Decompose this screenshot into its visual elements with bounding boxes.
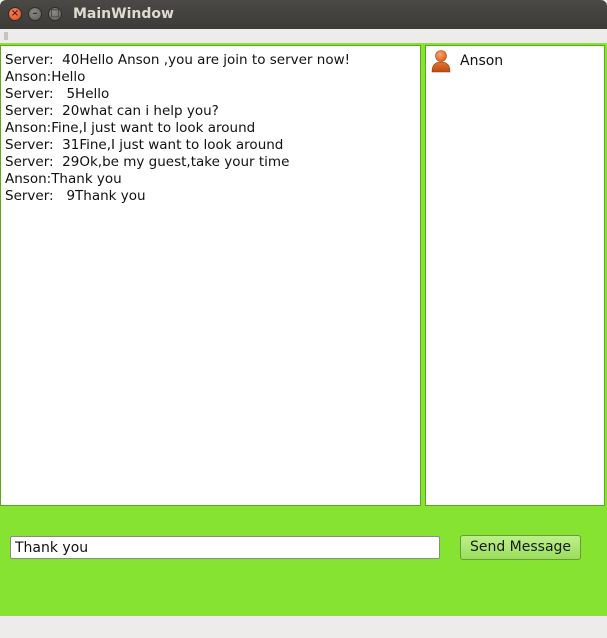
chat-line: Anson:Hello: [5, 69, 86, 85]
chat-log[interactable]: Server: 40Hello Anson ,you are join to s…: [0, 45, 421, 506]
close-icon[interactable]: ×: [8, 7, 22, 21]
send-message-button[interactable]: Send Message: [460, 535, 581, 560]
chat-line: Server: 29Ok,be my guest,take your time: [5, 154, 290, 170]
chat-line: Server: 5Hello: [5, 86, 110, 102]
chat-line: Server: 40Hello Anson ,you are join to s…: [5, 52, 351, 68]
chat-line: Server: 31Fine,I just want to look aroun…: [5, 137, 284, 153]
status-bar: [0, 616, 607, 638]
toolbar-area: [0, 29, 607, 43]
title-bar: × – □ MainWindow: [0, 0, 607, 29]
chat-line: Anson:Thank you: [5, 171, 122, 187]
window-title: MainWindow: [73, 6, 174, 22]
minimize-icon[interactable]: –: [28, 7, 42, 21]
toolbar-grip-icon[interactable]: [4, 32, 8, 40]
user-name: Anson: [460, 53, 504, 69]
maximize-icon[interactable]: □: [48, 7, 62, 21]
chat-line: Server: 20what can i help you?: [5, 103, 219, 119]
message-input[interactable]: [10, 536, 440, 559]
chat-line: Anson:Fine,I just want to look around: [5, 120, 256, 136]
chat-line: Server: 9Thank you: [5, 188, 146, 204]
user-icon: [431, 50, 451, 73]
user-list[interactable]: Anson: [425, 45, 605, 506]
user-list-item[interactable]: Anson: [430, 49, 503, 73]
